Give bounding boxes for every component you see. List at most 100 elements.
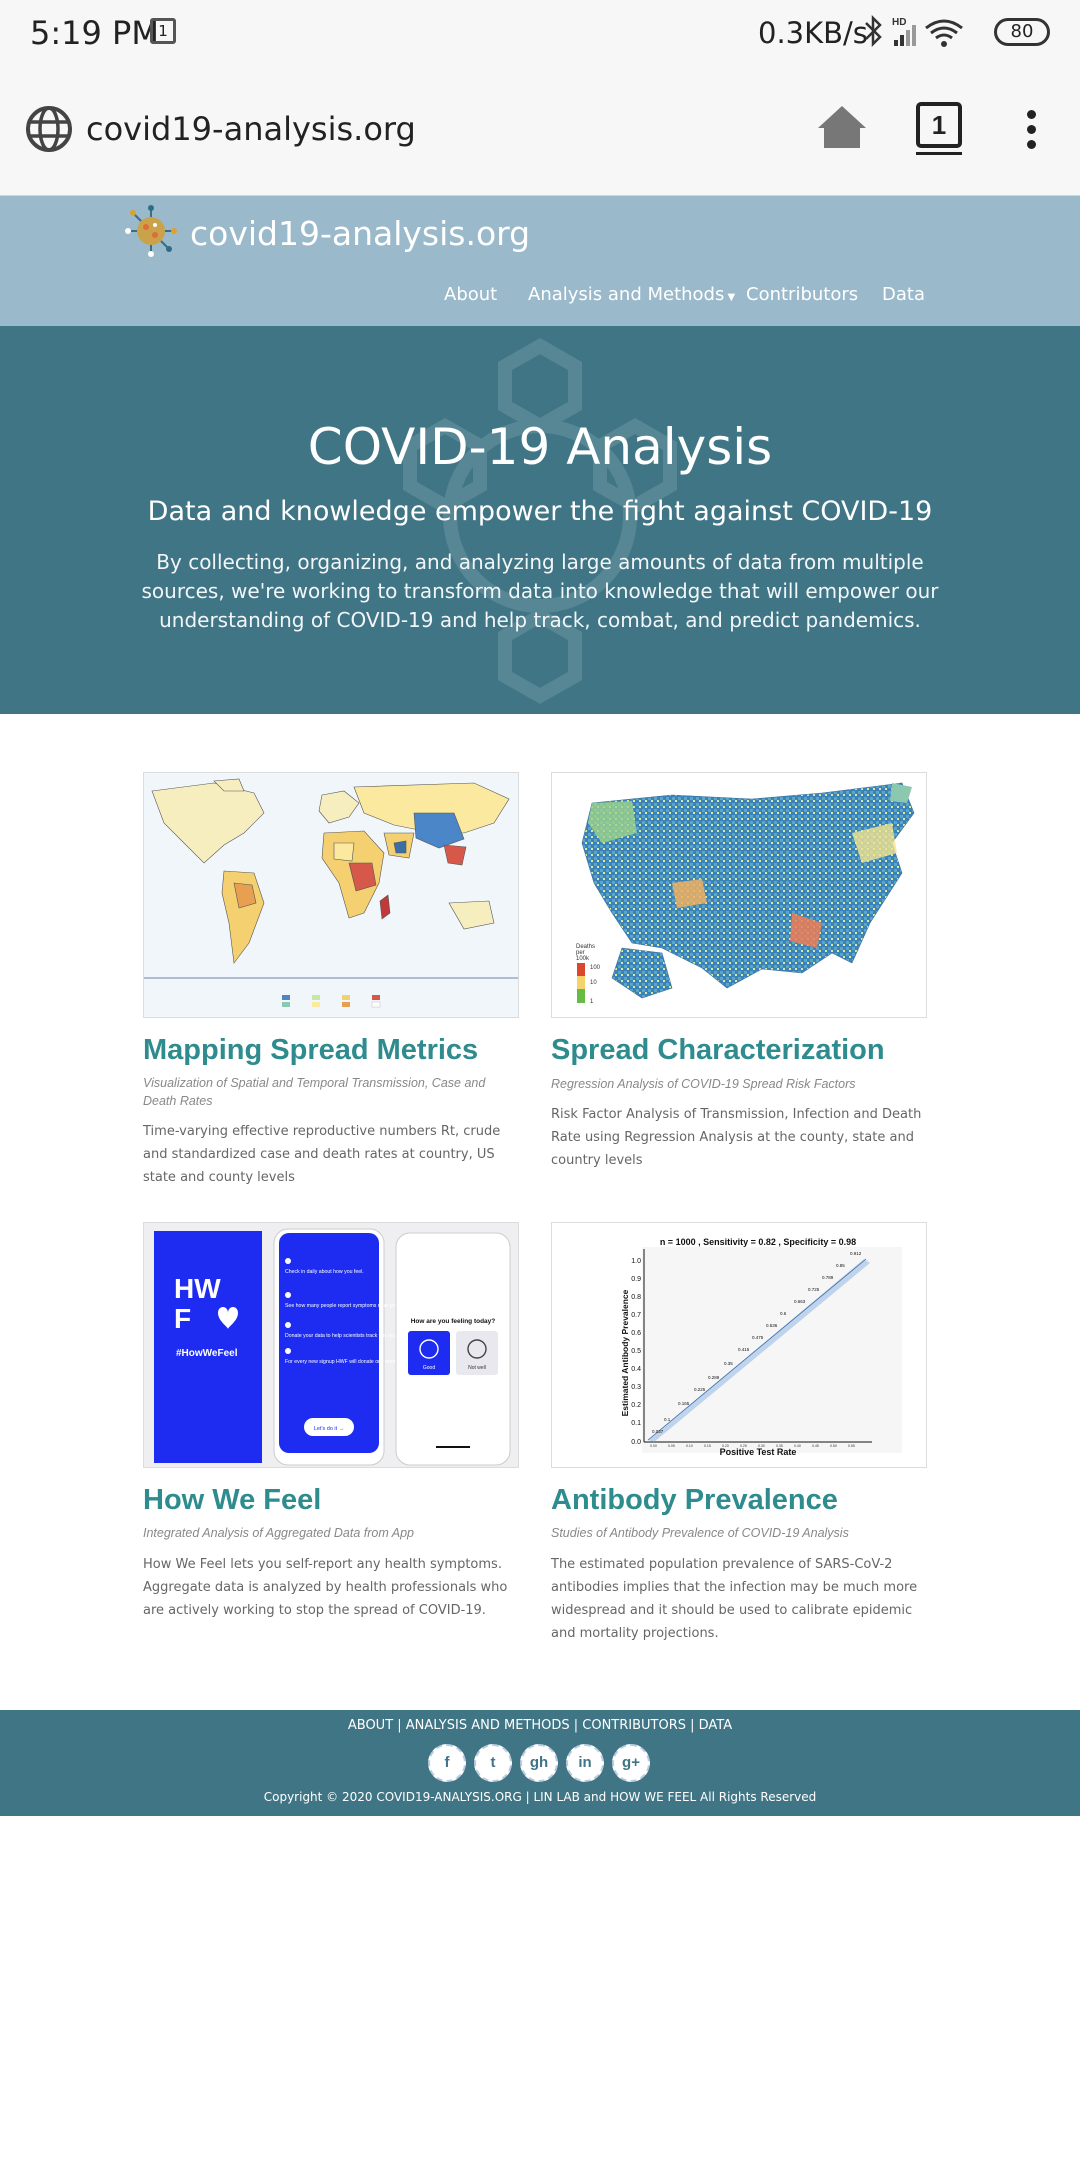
svg-text:0.3: 0.3 (631, 1384, 641, 1391)
us-map-legend-10: 10 (590, 980, 597, 986)
card-title-spread[interactable]: Spread Characterization (551, 1034, 931, 1067)
hwf-hashtag: #HowWeFeel (176, 1348, 238, 1359)
svg-text:0.225: 0.225 (694, 1387, 706, 1392)
world-map-thumbnail[interactable] (143, 772, 519, 1018)
bluetooth-icon (865, 14, 882, 48)
hero-title: COVID-19 Analysis (307, 418, 773, 476)
caret-down-icon: ▼ (724, 292, 736, 303)
browser-toolbar: covid19-analysis.org 1 (0, 64, 1080, 196)
hwf-phone1-line1: Check in daily about how you feel. (285, 1269, 364, 1275)
card-subtitle-how-we-feel: Integrated Analysis of Aggregated Data f… (143, 1526, 414, 1540)
svg-text:0.912: 0.912 (850, 1251, 862, 1256)
card-title-antibody[interactable]: Antibody Prevalence (551, 1484, 931, 1517)
hwf-phone2-notwell: Not well (468, 1365, 486, 1371)
site-nav: About Analysis and Methods ▼ Contributor… (0, 284, 1080, 314)
antibody-ylabel: Estimated Antibody Prevalence (620, 1289, 630, 1416)
footer-links[interactable]: ABOUT | ANALYSIS AND METHODS | CONTRIBUT… (0, 1718, 1080, 1733)
svg-text:0.5: 0.5 (631, 1348, 641, 1355)
card-description-antibody: The estimated population prevalence of S… (551, 1557, 918, 1641)
signal-icon: HD (892, 17, 916, 46)
hwf-logo-hw: HW (174, 1273, 221, 1304)
card-description-how-we-feel: How We Feel lets you self-report any hea… (143, 1557, 508, 1618)
site-footer: ABOUT | ANALYSIS AND METHODS | CONTRIBUT… (0, 1710, 1080, 1816)
home-icon[interactable] (816, 104, 868, 155)
svg-text:0.415: 0.415 (738, 1347, 750, 1352)
svg-text:0.8: 0.8 (631, 1294, 641, 1301)
status-time: 5:19 PM (30, 14, 159, 52)
us-map-legend-100k: 100k (576, 956, 590, 962)
hero-banner: COVID-19 Analysis Data and knowledge emp… (0, 326, 1080, 714)
twitter-icon[interactable]: t (474, 1744, 512, 1782)
linkedin-icon[interactable]: in (566, 1744, 604, 1782)
svg-text:0.35: 0.35 (724, 1361, 733, 1366)
battery-icon: 80 (994, 18, 1050, 46)
hero-subtitle: Data and knowledge empower the fight aga… (147, 496, 933, 527)
nav-data[interactable]: Data (882, 284, 925, 305)
svg-text:0.6: 0.6 (780, 1311, 787, 1316)
more-menu-icon[interactable] (1022, 110, 1040, 155)
svg-text:0.536: 0.536 (766, 1323, 778, 1328)
footer-copyright: Copyright © 2020 COVID19-ANALYSIS.ORG | … (263, 1790, 817, 1804)
svg-text:HD: HD (892, 17, 906, 28)
calendar-icon: 1 (150, 18, 176, 44)
svg-text:0.165: 0.165 (678, 1401, 690, 1406)
svg-text:0.7: 0.7 (631, 1312, 641, 1319)
card-subtitle-antibody: Studies of Antibody Prevalence of COVID-… (551, 1526, 849, 1540)
hwf-logo-f: F (174, 1303, 191, 1334)
tab-switcher-underline (916, 152, 962, 155)
svg-text:0.037: 0.037 (652, 1429, 664, 1434)
card-title-mapping[interactable]: Mapping Spread Metrics (143, 1034, 523, 1067)
social-links: f t gh in g+ (428, 1744, 652, 1784)
nav-contributors[interactable]: Contributors (746, 284, 858, 305)
card-subtitle-mapping: Visualization of Spatial and Temporal Tr… (143, 1076, 486, 1108)
svg-text:1.0: 1.0 (631, 1258, 641, 1265)
us-map-legend-100: 100 (590, 965, 601, 971)
address-bar[interactable]: covid19-analysis.org (86, 110, 416, 148)
card-subtitle-spread: Regression Analysis of COVID-19 Spread R… (551, 1077, 856, 1091)
hwf-phone1-line3: Donate your data to help scientists trac… (285, 1333, 400, 1339)
svg-text:0.475: 0.475 (752, 1335, 764, 1340)
card-description-spread: Risk Factor Analysis of Transmission, In… (551, 1107, 922, 1168)
globe-icon[interactable] (24, 104, 74, 159)
svg-text:0.289: 0.289 (708, 1375, 720, 1380)
card-title-how-we-feel[interactable]: How We Feel (143, 1484, 523, 1517)
svg-text:0.1: 0.1 (664, 1417, 671, 1422)
svg-text:0.2: 0.2 (631, 1402, 641, 1409)
nav-analysis-label: Analysis and Methods (528, 284, 725, 305)
status-bar: 5:19 PM 1 0.3KB/s HD 80 (0, 0, 1080, 64)
svg-text:0.10: 0.10 (686, 1444, 693, 1448)
how-we-feel-thumbnail[interactable]: HW F #HowWeFeel Check in daily about how… (143, 1222, 519, 1468)
svg-text:0.45: 0.45 (812, 1444, 819, 1448)
antibody-chart-title: n = 1000 , Sensitivity = 0.82 , Specific… (660, 1237, 856, 1247)
svg-text:0.55: 0.55 (848, 1444, 855, 1448)
google-plus-icon[interactable]: g+ (612, 1744, 650, 1782)
github-icon[interactable]: gh (520, 1744, 558, 1782)
svg-text:0.725: 0.725 (808, 1287, 820, 1292)
site-logo-icon[interactable] (124, 204, 178, 263)
svg-text:0.663: 0.663 (794, 1299, 806, 1304)
nav-analysis-and-methods[interactable]: Analysis and Methods ▼ (528, 284, 735, 305)
hero-description: By collecting, organizing, and analyzing… (141, 550, 939, 632)
site-title[interactable]: covid19-analysis.org (190, 214, 530, 253)
hwf-phone2-good: Good (423, 1365, 435, 1371)
svg-text:0.05: 0.05 (668, 1444, 675, 1448)
wifi-icon (925, 19, 963, 47)
antibody-xlabel: Positive Test Rate (720, 1447, 797, 1457)
hwf-phone1-line2: See how many people report symptoms near… (285, 1303, 399, 1309)
hwf-phone1-button: Let's do it → (314, 1426, 344, 1432)
network-speed: 0.3KB/s (758, 16, 868, 50)
nav-about[interactable]: About (444, 284, 497, 305)
site-header: covid19-analysis.org About Analysis and … (0, 196, 1080, 326)
us-county-map-thumbnail[interactable]: Deaths per 100k 100 10 1 (551, 772, 927, 1018)
hwf-phone2-question: How are you feeling today? (411, 1318, 496, 1325)
svg-text:0.9: 0.9 (631, 1276, 641, 1283)
svg-text:0.4: 0.4 (631, 1366, 641, 1373)
antibody-chart-thumbnail[interactable]: n = 1000 , Sensitivity = 0.82 , Specific… (551, 1222, 927, 1468)
svg-text:0.00: 0.00 (650, 1444, 657, 1448)
svg-text:0.6: 0.6 (631, 1330, 641, 1337)
svg-text:0.789: 0.789 (822, 1275, 834, 1280)
tab-switcher-button[interactable]: 1 (916, 102, 962, 148)
svg-text:0.15: 0.15 (704, 1444, 711, 1448)
facebook-icon[interactable]: f (428, 1744, 466, 1782)
svg-text:0.50: 0.50 (830, 1444, 837, 1448)
